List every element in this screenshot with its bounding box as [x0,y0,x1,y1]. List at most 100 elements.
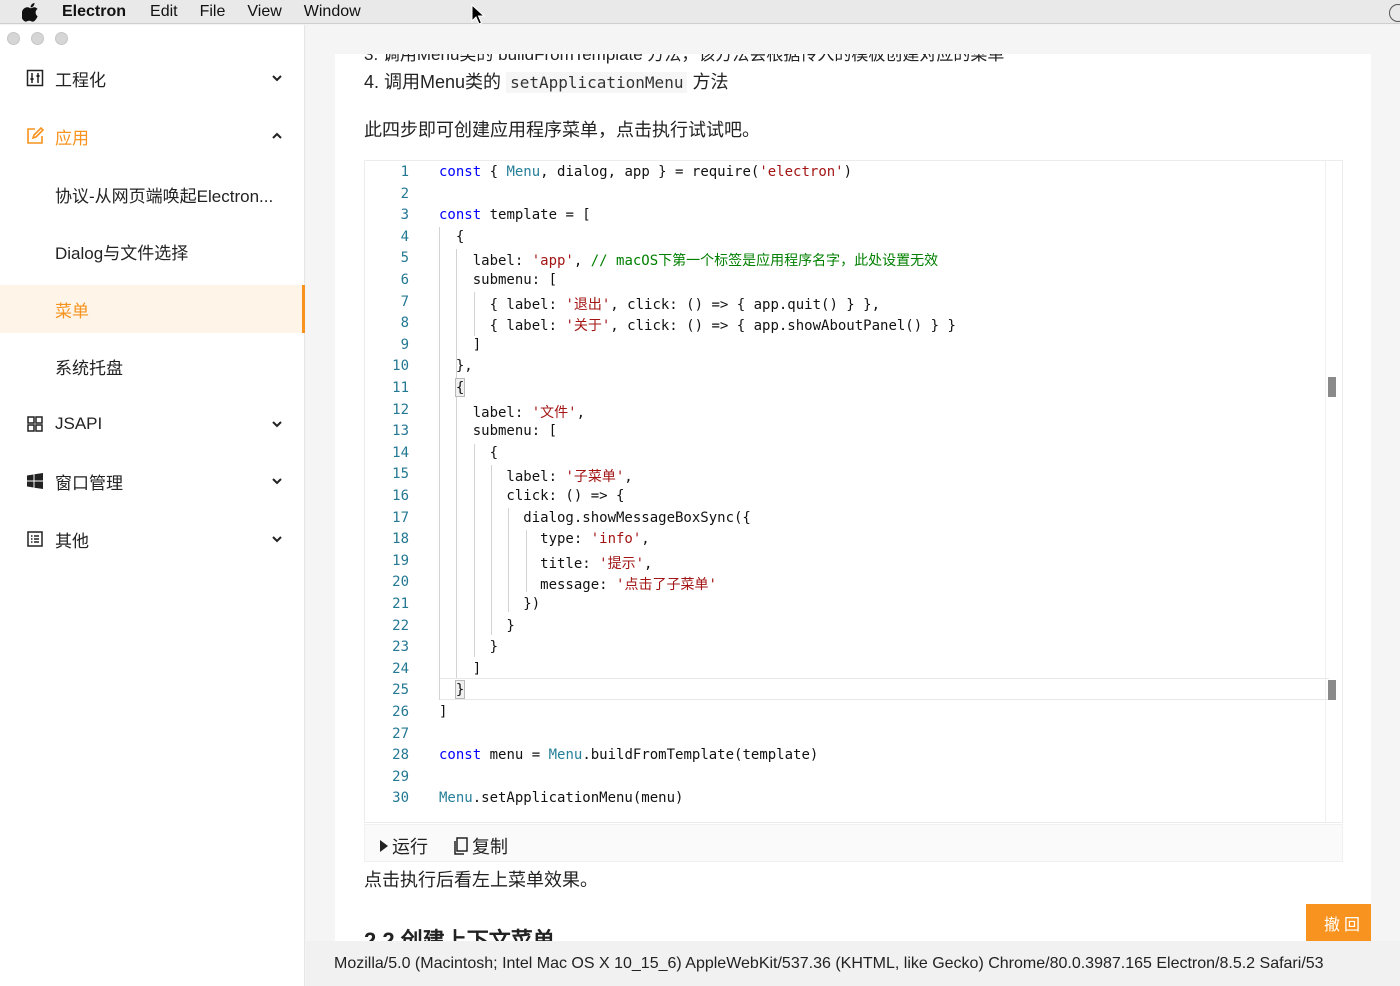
line-number: 20 [392,574,409,591]
copy-button-label: 复制 [472,837,508,857]
sidebar-item-label: 菜单 [55,301,89,321]
sidebar-item-protocol[interactable]: 协议-从网页端唤起Electron... [0,170,305,218]
sidebar-item-label: 协议-从网页端唤起Electron... [55,186,274,206]
code-editor[interactable]: 1 const { Menu, dialog, app } = require('… [364,160,1343,823]
code-line: } [439,617,515,634]
code-line: label: 'app', // macOS下第一个标签是应用程序名字，此处设置… [439,253,939,270]
code-line: }, [439,358,473,375]
line-number: 18 [392,531,409,548]
line-number: 29 [392,768,409,785]
close-window-button[interactable] [7,32,20,45]
line-number: 15 [392,466,409,483]
sidebar-item-label: Dialog与文件选择 [55,243,189,263]
line-number: 7 [400,293,409,310]
copy-icon [454,837,468,855]
sidebar-item-label: 系统托盘 [55,358,123,378]
code-line: }) [439,596,541,612]
step-4-text: 4. 调用Menu类的 setApplicationMenu 方法 [364,68,728,94]
after-run-text: 点击执行后看左上菜单效果。 [364,870,598,890]
current-line-highlight [439,678,1329,700]
chevron-down-icon [272,536,282,543]
menu-view[interactable]: View [247,3,281,21]
sidebar-item-tray[interactable]: 系统托盘 [0,342,305,390]
step-3-text: 3. 调用Menu类的 buildFromTemplate 方法，该方法会根据传… [364,54,1005,64]
line-number: 16 [392,488,409,504]
code-line: ] [439,336,482,353]
line-number: 3 [400,207,409,224]
code-line: const menu = Menu.buildFromTemplate(temp… [439,747,819,764]
code-line: { label: '退出', click: () => { app.quit()… [439,296,881,313]
line-number: 8 [400,315,409,332]
sidebar-group-label: 其他 [55,531,89,551]
code-line: title: '提示', [439,555,653,572]
mouse-pointer-icon [471,4,485,25]
line-number: 26 [392,704,409,720]
windows-icon [27,473,43,489]
code-line: ] [439,660,482,677]
menu-file[interactable]: File [200,3,226,21]
code-line: dialog.showMessageBoxSync({ [439,509,751,526]
line-number: 1 [400,164,409,180]
menu-window[interactable]: Window [304,3,361,21]
code-line: } [439,639,499,656]
sidebar-item-dialog[interactable]: Dialog与文件选择 [0,227,305,275]
sidebar-group-label: JSAPI [55,414,103,433]
line-number: 21 [392,596,409,612]
control-center-icon[interactable] [1389,4,1400,22]
line-number: 30 [392,790,409,807]
sidebar-group-application[interactable]: 应用 [0,112,305,160]
line-number: 13 [392,423,409,440]
content-area: 3. 调用Menu类的 buildFromTemplate 方法，该方法会根据传… [306,25,1400,986]
code-line: message: '点击了子菜单' [439,577,717,594]
menu-app[interactable]: Electron [62,3,126,21]
apple-icon[interactable] [0,2,62,22]
code-line: { [439,444,499,461]
sidebar-group-jsapi[interactable]: JSAPI [0,400,305,448]
undo-button[interactable]: 撤回 [1306,904,1371,942]
settings-sliders-icon [26,69,44,87]
code-line: { [439,380,465,396]
code-line: const template = [ [439,207,591,224]
line-number: 4 [400,228,409,245]
code-line: type: 'info', [439,531,650,548]
run-button-label: 运行 [392,837,428,857]
list-icon [27,531,43,547]
chevron-down-icon [272,478,282,485]
menu-edit[interactable]: Edit [150,3,178,21]
edit-icon [27,127,44,144]
line-number: 25 [392,682,409,699]
line-number: 2 [400,185,409,202]
line-number: 19 [392,552,409,569]
line-number: 9 [400,336,409,353]
code-line: submenu: [ [439,423,558,440]
sidebar-item-menu[interactable]: 菜单 [0,285,305,333]
grid-icon [27,416,43,432]
run-button[interactable]: 运行 [379,833,428,859]
chevron-down-icon [272,75,282,82]
line-number: 27 [392,725,409,742]
line-number: 5 [400,250,409,267]
line-number: 22 [392,617,409,634]
code-line: label: '文件', [439,404,586,421]
sidebar-group-window[interactable]: 窗口管理 [0,457,305,505]
line-number: 11 [392,380,409,396]
sidebar-group-label: 窗口管理 [55,473,123,493]
copy-button[interactable]: 复制 [453,833,508,859]
minimize-window-button[interactable] [31,32,44,45]
line-number: 10 [392,358,409,375]
sidebar-group-label: 工程化 [55,70,106,90]
code-line: label: '子菜单', [439,469,633,486]
window-controls [7,32,68,45]
line-number: 12 [392,401,409,418]
sidebar-group-engineering[interactable]: 工程化 [0,54,305,102]
editor-scrollbar[interactable] [1325,161,1343,823]
sidebar-group-label: 应用 [55,128,89,148]
zoom-window-button[interactable] [55,32,68,45]
code-line: click: () => { [439,488,625,504]
code-toolbar: 运行 复制 [364,824,1343,862]
sidebar-group-other[interactable]: 其他 [0,515,305,563]
code-line: { label: '关于', click: () => { app.showAb… [439,318,956,335]
scrollbar-marker [1328,680,1336,700]
step-4-prefix: 4. 调用Menu类的 [364,72,502,92]
code-line: const { Menu, dialog, app } = require('e… [439,164,853,180]
